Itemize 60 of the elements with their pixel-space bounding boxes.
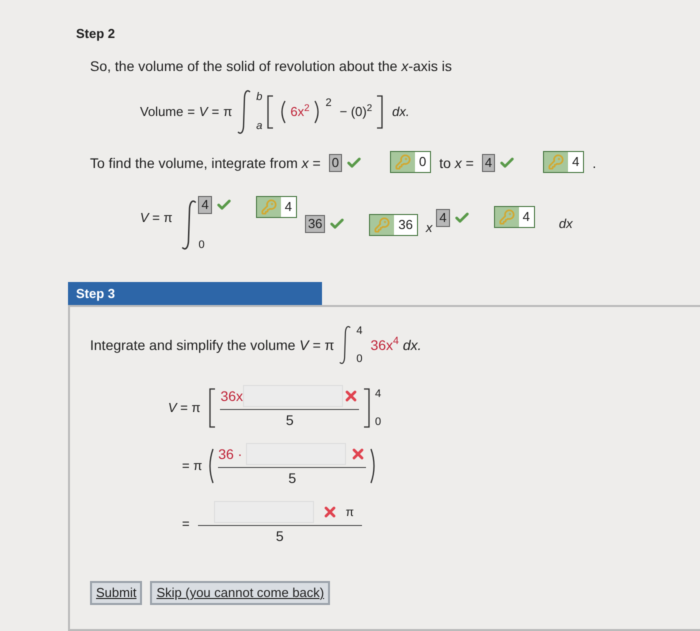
lower-limit: 0: [375, 416, 382, 428]
answer-field[interactable]: 36: [304, 214, 326, 232]
inner-function: 6x$^{2}$: [290, 102, 310, 121]
key-value: 4: [518, 206, 534, 226]
key-icon: [260, 198, 277, 214]
left-bracket-icon: [266, 94, 274, 128]
key-value: 0: [414, 152, 430, 172]
bounds-text: to x =: [439, 154, 474, 172]
equals-sign: =: [212, 102, 220, 121]
denominator-text: 5: [276, 527, 284, 546]
equation-lhs: = π: [182, 457, 202, 476]
denominator-text: 5: [286, 411, 294, 430]
numerator-text: 36x: [220, 386, 244, 406]
action-button[interactable]: Submit: [90, 581, 142, 604]
right-bracket-icon: [376, 94, 384, 128]
pi-symbol: π: [223, 102, 232, 121]
upper-limit: 4: [356, 325, 362, 337]
step-title: Step 2: [76, 25, 116, 43]
prompt-text: Integrate and simplify the volume V = π: [90, 336, 334, 355]
answer-field[interactable]: 4: [436, 208, 450, 226]
answer-field[interactable]: 4: [482, 154, 496, 172]
key-icon: [498, 208, 515, 224]
key-icon: [394, 154, 411, 170]
right-bracket-icon: [363, 388, 372, 428]
integrand-text: 36x$^{4}$: [370, 334, 399, 354]
lower-limit: 0: [198, 238, 206, 253]
equation-lhs: =: [182, 515, 190, 534]
equation-lhs: V = π: [140, 208, 172, 226]
differential: dx.: [402, 336, 422, 354]
upper-limit: b: [256, 90, 262, 104]
pi-symbol: π: [346, 504, 354, 521]
integral-sign-icon: [236, 88, 252, 134]
equals-sign: =: [187, 102, 195, 121]
key-value: 4: [568, 152, 584, 172]
key-icon: [548, 154, 564, 170]
lower-limit: 0: [356, 353, 362, 365]
key-value: 36: [394, 214, 417, 234]
upper-limit: 4: [375, 388, 382, 400]
intro-text: So, the volume of the solid of revolution about the x-axis is: [90, 56, 453, 76]
differential: dx.: [392, 102, 410, 121]
answer-field[interactable]: 0: [328, 154, 342, 172]
period-text: .: [592, 154, 596, 172]
lower-limit: a: [256, 119, 262, 134]
left-bracket-icon: [208, 388, 216, 428]
key-icon: [374, 216, 390, 232]
variable-x: x: [426, 218, 432, 236]
differential: dx: [558, 214, 573, 232]
integral-sign-icon: [338, 325, 352, 365]
numerator-text: 36 ·: [218, 444, 242, 464]
equation-lhs: V = π: [168, 399, 200, 418]
volume-label: Volume: [140, 102, 184, 121]
denominator-text: 5: [288, 469, 296, 488]
key-value: 4: [280, 196, 296, 216]
step-header: Step 3: [68, 282, 322, 305]
exponent: 2: [326, 96, 332, 110]
answer-field[interactable]: 4: [198, 196, 212, 214]
subtracted-term: − (0)$^{2}$: [340, 102, 372, 121]
volume-variable: V: [198, 102, 208, 121]
action-button[interactable]: Skip (you cannot come back): [150, 581, 330, 604]
bounds-text: To find the volume, integrate from x =: [90, 154, 321, 173]
